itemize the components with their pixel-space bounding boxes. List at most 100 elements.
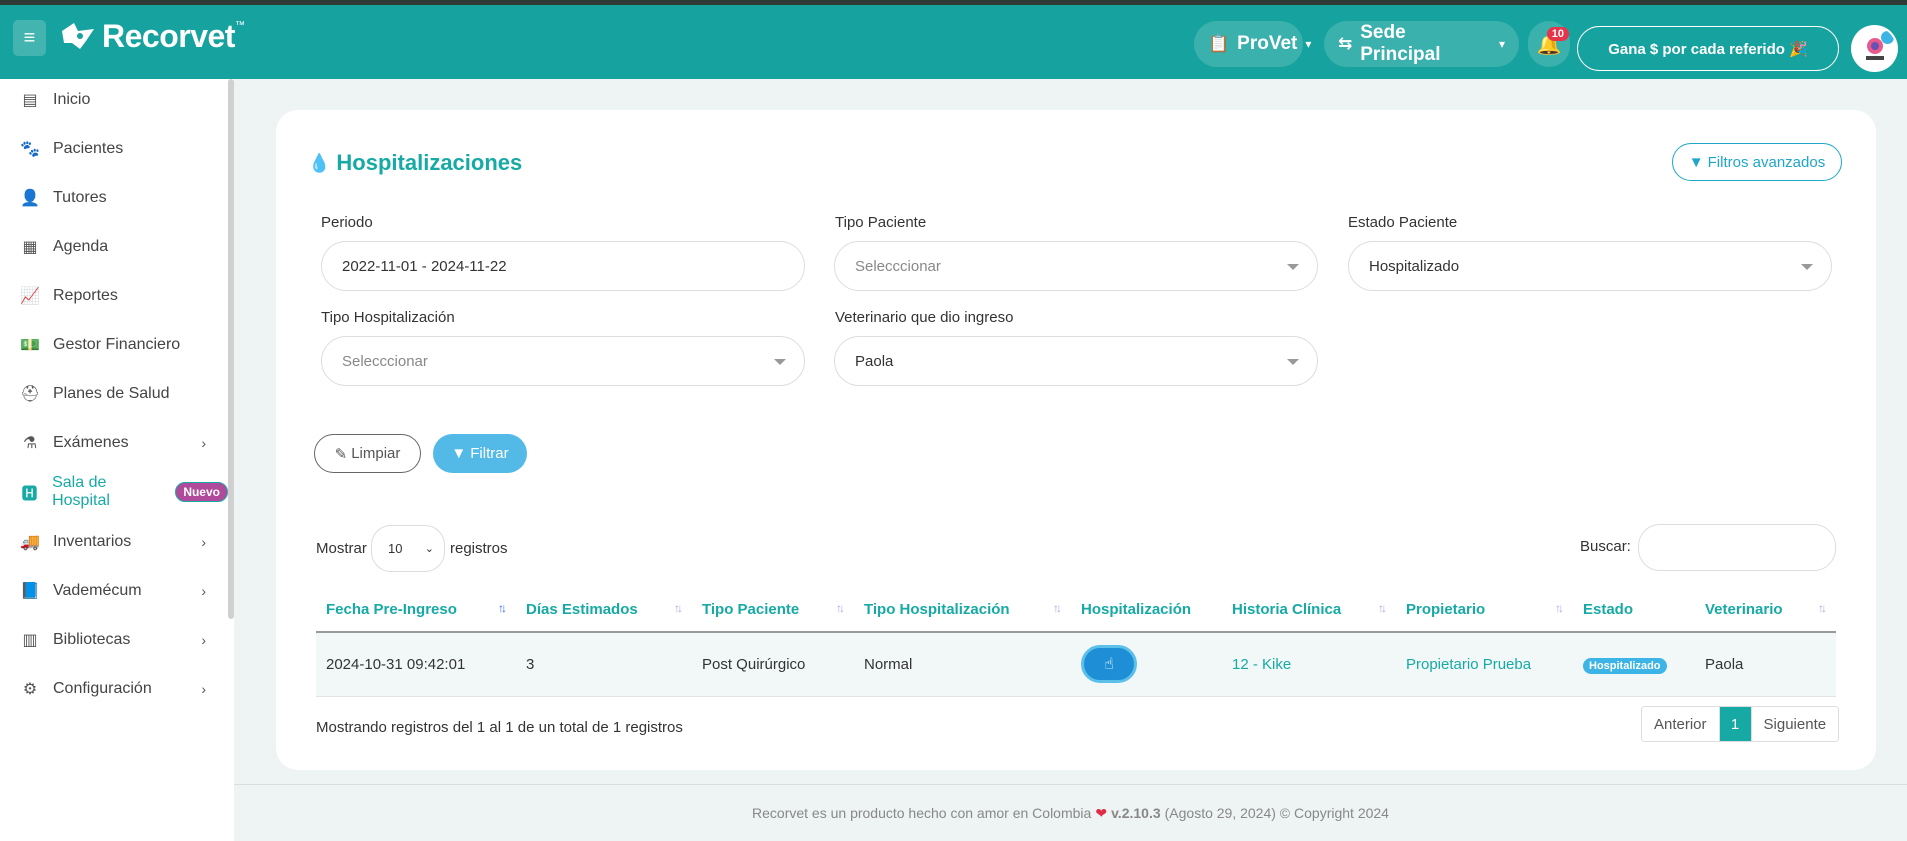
tipo-hosp-select[interactable]: Selecccionar [321,336,805,386]
column-header[interactable]: Veterinario ↑↓ [1695,587,1836,633]
estado-paciente-select[interactable]: Hospitalizado [1348,241,1832,291]
status-badge: Hospitalizado [1583,657,1667,674]
propietario-link[interactable]: Propietario Prueba [1406,656,1531,673]
sidebar-item-tutores[interactable]: 👤 Tutores [0,178,228,218]
sidebar-item-pacientes[interactable]: 🐾 Pacientes [0,129,228,169]
advanced-filters-button[interactable]: ▼ Filtros avanzados [1672,143,1842,181]
sort-icon: ↑↓ [836,601,845,615]
footer-copyright: (Agosto 29, 2024) © Copyright 2024 [1164,805,1389,821]
signpost-icon: ⇆ [1338,34,1353,53]
column-header-label: Estado [1583,600,1634,618]
historia-link[interactable]: 12 - Kike [1232,656,1291,673]
new-badge: Nuevo [175,482,228,502]
pagination-summary: Mostrando registros del 1 al 1 de un tot… [316,719,683,736]
veterinario-cell: Paola [1695,632,1836,697]
calendar-icon: ▦ [22,239,38,256]
sidebar-item-label: Tutores [53,189,107,206]
sidebar-item-vademecum[interactable]: 📘 Vademécum › [0,571,228,611]
sidebar-item-label: Planes de Salud [53,385,170,402]
paw-icon: 🐾 [20,141,40,158]
propietario-cell: Propietario Prueba [1396,632,1573,697]
chevron-right-icon: › [201,681,206,697]
open-hospitalization-button[interactable]: ☝ [1081,645,1137,684]
sidebar-item-inicio[interactable]: ▤ Inicio [0,80,228,120]
chevron-down-icon: ▾ [1305,37,1312,51]
top-bar: ≡ Recorvet ™ 📋 ProVet ▾ ⇆ Sede Principal… [0,0,1907,79]
page-title-text: Hospitalizaciones [336,150,523,175]
column-header-label: Veterinario [1705,600,1783,618]
next-page-button[interactable]: Siguiente [1750,707,1839,741]
table-header-row: Fecha Pre-Ingreso ↑↓ Días Estimados ↑↓ Tip… [316,587,1836,633]
search-input[interactable] [1638,524,1836,571]
chevron-right-icon: › [201,435,206,451]
notifications-badge: 10 [1546,27,1569,41]
brand-logo[interactable]: Recorvet ™ [60,18,245,54]
sidebar-item-bibliotecas[interactable]: ▥ Bibliotecas › [0,620,228,660]
broom-icon: ✎ [334,445,348,463]
tipo-paciente-select[interactable]: Selecccionar [834,241,1318,291]
pagination: Anterior 1 Siguiente [1641,706,1840,742]
notifications-button[interactable]: 🔔 10 [1528,21,1570,67]
sidebar-item-planes-salud[interactable]: ⛑ Planes de Salud [0,374,228,414]
user-icon: 👤 [20,190,40,207]
records-label: registros [450,540,508,557]
verified-icon [1881,31,1894,44]
prev-page-button[interactable]: Anterior [1642,707,1720,741]
medkit-icon: ⛑ [20,386,41,403]
tipo-paciente-label: Tipo Paciente [835,214,927,231]
sort-icon: ↑↓ [674,601,683,615]
sidebar-scrollbar[interactable] [228,79,234,619]
book-icon: 📘 [20,583,40,600]
table-row: 2024-10-31 09:42:01 3 Post Quirúrgico No… [316,632,1836,697]
clear-button[interactable]: ✎ Limpiar [314,434,421,473]
tipo-hosp-value: Selecccionar [342,352,428,370]
footer-version: v.2.10.3 [1111,805,1161,821]
hospitalizacion-cell: ☝ [1071,632,1222,697]
chart-line-icon: 📈 [20,288,40,305]
sidebar-item-sala-hospital[interactable]: 🅷 Sala de Hospital Nuevo [0,472,228,512]
sidebar-item-label: Bibliotecas [53,631,131,648]
chevron-down-icon: ⌄ [424,543,434,555]
footer: Recorvet es un producto hecho con amor e… [234,784,1907,841]
column-header-label: Días Estimados [526,600,638,618]
referral-button[interactable]: Gana $ por cada referido 🎉 [1577,26,1839,71]
sidebar-item-label: Configuración [53,680,152,697]
chevron-down-icon [1287,359,1299,365]
page-button-current[interactable]: 1 [1719,707,1751,741]
page-size-value: 10 [388,541,403,556]
column-header-label: Fecha Pre-Ingreso [326,600,457,618]
provet-dropdown[interactable]: 📋 ProVet ▾ [1194,21,1311,67]
column-header-label: Tipo Paciente [702,600,800,618]
sidebar-item-configuracion[interactable]: ⚙ Configuración › [0,669,228,709]
sidebar-item-gestor-financiero[interactable]: 💵 Gestor Financiero [0,325,228,365]
filter-button[interactable]: ▼ Filtrar [433,434,527,473]
menu-toggle-button[interactable]: ≡ [13,20,46,56]
column-header[interactable]: Historia Clínica ↑↓ [1222,587,1396,633]
flask-icon: ⚗ [22,435,38,452]
column-header[interactable]: Fecha Pre-Ingreso ↑↓ [316,587,516,633]
chevron-right-icon: › [201,583,206,599]
provet-label: ProVet [1237,33,1298,54]
show-label: Mostrar [316,540,367,557]
column-header[interactable]: Propietario ↑↓ [1396,587,1573,633]
column-header[interactable]: Días Estimados ↑↓ [516,587,692,633]
droplet-icon: 💧 [308,152,331,173]
sort-icon: ↑↓ [1555,601,1564,615]
sidebar-item-agenda[interactable]: ▦ Agenda [0,227,228,267]
tipo-paciente-value: Selecccionar [855,257,941,275]
periodo-input[interactable]: 2022-11-01 - 2024-11-22 [321,241,805,291]
sidebar-item-label: Sala de Hospital [52,474,110,509]
veterinario-select[interactable]: Paola [834,336,1318,386]
sidebar-item-examenes[interactable]: ⚗ Exámenes › [0,423,228,463]
sede-dropdown[interactable]: ⇆ Sede Principal ▾ [1324,21,1519,67]
column-header[interactable]: Tipo Paciente ↑↓ [692,587,854,633]
sidebar-item-label: Inicio [53,91,91,108]
sidebar-item-label: Agenda [53,238,109,255]
user-avatar[interactable] [1851,25,1898,72]
column-header[interactable]: Tipo Hospitalización ↑↓ [854,587,1071,633]
sidebar-item-inventarios[interactable]: 🚚 Inventarios › [0,522,228,562]
page-size-select[interactable]: 10 ⌄ [371,525,445,572]
sidebar-item-reportes[interactable]: 📈 Reportes [0,276,228,316]
sede-label: Sede Principal [1360,22,1441,65]
column-header: Estado [1573,587,1695,633]
